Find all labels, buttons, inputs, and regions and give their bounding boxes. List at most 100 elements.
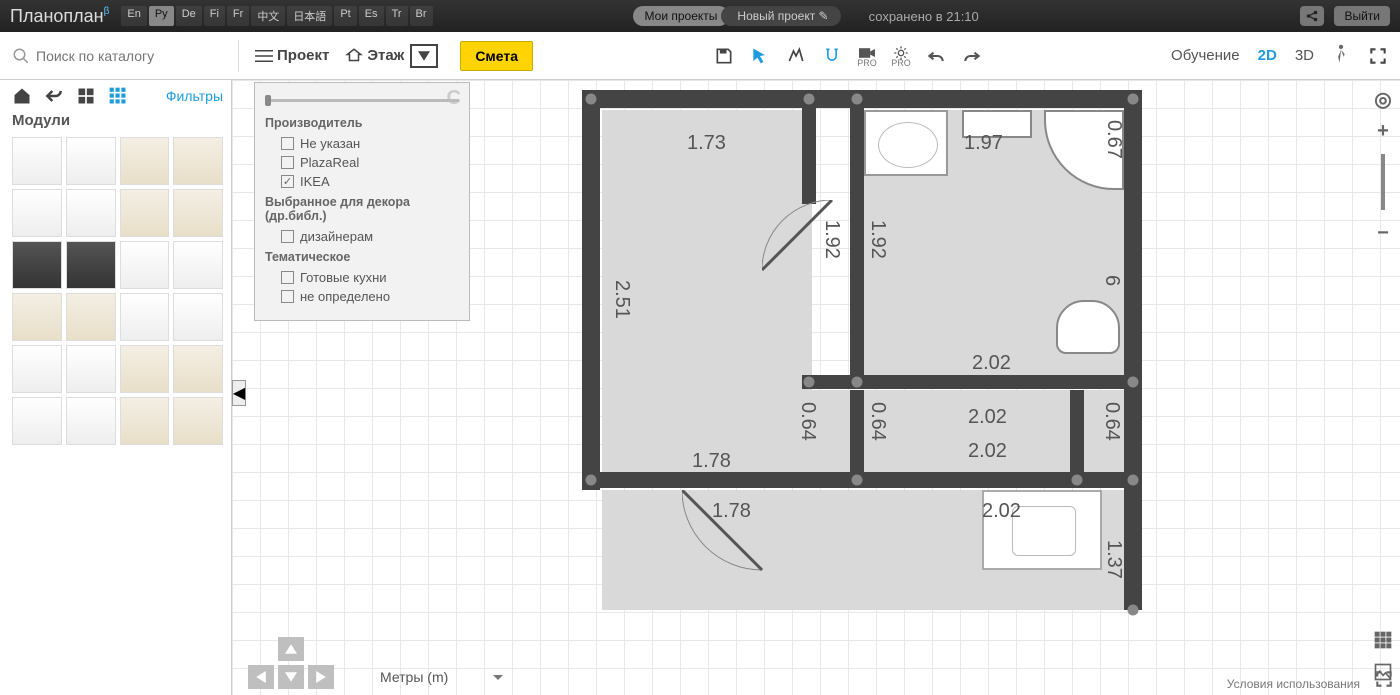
fullscreen-icon[interactable] <box>1368 46 1388 66</box>
grid-toggle-icon[interactable] <box>1372 629 1394 651</box>
share-button[interactable] <box>1300 6 1324 26</box>
save-icon[interactable] <box>713 45 735 67</box>
exit-button[interactable]: Выйти <box>1334 6 1390 26</box>
right-tools-top: ◎ + − <box>1370 88 1396 244</box>
catalog-item[interactable] <box>120 293 170 341</box>
redo-icon[interactable] <box>961 45 983 67</box>
view-3d-tab[interactable]: 3D <box>1295 47 1314 64</box>
estimate-button[interactable]: Смета <box>460 41 533 71</box>
pan-left-icon[interactable] <box>248 665 274 689</box>
catalog-item[interactable] <box>12 241 62 289</box>
lang-zh[interactable]: 中文 <box>251 6 285 26</box>
snap-tool-icon[interactable] <box>821 45 843 67</box>
dimension-label: 2.02 <box>972 352 1011 375</box>
dimension-label: 1.92 <box>820 220 843 259</box>
lang-fr[interactable]: Fr <box>227 6 249 26</box>
catalog-item[interactable] <box>66 397 116 445</box>
catalog-grid <box>12 137 223 445</box>
lang-ja[interactable]: 日本語 <box>287 6 332 26</box>
light-tool[interactable]: PRO <box>891 45 911 67</box>
my-projects-pill[interactable]: Мои проекты <box>633 6 730 26</box>
filter-opt[interactable]: не определено <box>265 287 459 306</box>
back-icon[interactable] <box>44 86 64 106</box>
select-tool-icon[interactable] <box>749 45 771 67</box>
units-dropdown[interactable]: Метры (m) <box>376 665 509 689</box>
catalog-item[interactable] <box>173 137 223 185</box>
canvas-tools: PRO PRO <box>713 45 983 67</box>
washer-fixture[interactable] <box>864 110 948 176</box>
catalog-item[interactable] <box>12 397 62 445</box>
lang-pt[interactable]: Pt <box>334 6 356 26</box>
lang-tr[interactable]: Tr <box>386 6 408 26</box>
floor-menu[interactable]: Этаж <box>337 40 446 72</box>
catalog-item[interactable] <box>120 241 170 289</box>
catalog-item[interactable] <box>66 137 116 185</box>
catalog-item[interactable] <box>66 189 116 237</box>
panel-collapse-icon[interactable]: ◀ <box>232 380 246 406</box>
project-menu[interactable]: Проект <box>247 43 337 69</box>
catalog-item[interactable] <box>173 189 223 237</box>
pan-right-icon[interactable] <box>308 665 334 689</box>
lang-de[interactable]: De <box>176 6 202 26</box>
lang-en[interactable]: En <box>121 6 146 26</box>
filters-link[interactable]: Фильтры <box>166 88 223 104</box>
view-2d-tab[interactable]: 2D <box>1258 47 1277 64</box>
filter-heading-theme: Тематическое <box>265 250 459 264</box>
catalog-item[interactable] <box>120 345 170 393</box>
filter-opt[interactable]: PlazaReal <box>265 153 459 172</box>
zoom-out-icon[interactable]: − <box>1372 222 1394 244</box>
catalog-item[interactable] <box>120 397 170 445</box>
catalog-item[interactable] <box>173 397 223 445</box>
view-tiles-icon[interactable] <box>76 86 96 106</box>
dimension-label: 0.64 <box>866 402 889 441</box>
lang-br[interactable]: Br <box>410 6 433 26</box>
catalog-item[interactable] <box>173 345 223 393</box>
catalog-item[interactable] <box>66 345 116 393</box>
catalog-item[interactable] <box>12 345 62 393</box>
lang-fi[interactable]: Fi <box>204 6 225 26</box>
toilet-fixture[interactable] <box>1056 300 1120 354</box>
home-icon[interactable] <box>12 86 32 106</box>
filter-opt[interactable]: Готовые кухни <box>265 268 459 287</box>
catalog-item[interactable] <box>12 189 62 237</box>
view-grid-icon[interactable] <box>108 86 128 106</box>
language-switcher: En Ру De Fi Fr 中文 日本語 Pt Es Tr Br <box>121 6 432 26</box>
dimension-label: 2.02 <box>968 440 1007 463</box>
walk-view-icon[interactable] <box>1332 44 1350 68</box>
fullscreen-corner-icon[interactable] <box>1374 669 1394 689</box>
catalog-item[interactable] <box>12 293 62 341</box>
undo-icon[interactable] <box>925 45 947 67</box>
dimension-label: 0.64 <box>796 402 819 441</box>
sidebar-section-title: Модули <box>12 112 223 129</box>
filter-heading-manufacturer: Производитель <box>265 116 459 130</box>
wall-tool-icon[interactable] <box>785 45 807 67</box>
zoom-in-icon[interactable]: + <box>1372 120 1394 142</box>
catalog-item[interactable] <box>120 189 170 237</box>
search-input[interactable] <box>36 48 206 64</box>
filter-opt[interactable]: IKEA <box>265 172 459 191</box>
filter-panel: C Производитель Не указан PlazaReal IKEA… <box>254 82 470 321</box>
pan-down-icon[interactable] <box>278 665 304 689</box>
filter-opt[interactable]: дизайнерам <box>265 227 459 246</box>
catalog-item[interactable] <box>173 241 223 289</box>
floor-dropdown-icon[interactable] <box>410 44 438 68</box>
catalog-item[interactable] <box>66 293 116 341</box>
dimension-label: 1.78 <box>692 450 731 473</box>
new-project-pill[interactable]: Новый проект ✎ <box>721 6 840 26</box>
dimension-label: 1.78 <box>712 500 751 523</box>
target-icon[interactable]: ◎ <box>1372 88 1394 110</box>
zoom-slider[interactable] <box>1381 154 1385 210</box>
lang-ru[interactable]: Ру <box>149 6 174 26</box>
catalog-item[interactable] <box>66 241 116 289</box>
learning-link[interactable]: Обучение <box>1171 47 1240 64</box>
lang-es[interactable]: Es <box>359 6 384 26</box>
filter-heading-decor: Выбранное для декора (др.библ.) <box>265 195 459 223</box>
terms-link[interactable]: Условия использования <box>1227 677 1360 691</box>
filter-opt[interactable]: Не указан <box>265 134 459 153</box>
pan-up-icon[interactable] <box>278 637 304 661</box>
catalog-item[interactable] <box>173 293 223 341</box>
catalog-item[interactable] <box>12 137 62 185</box>
catalog-item[interactable] <box>120 137 170 185</box>
filter-slider[interactable] <box>265 99 459 102</box>
camera-tool[interactable]: PRO <box>857 45 877 67</box>
